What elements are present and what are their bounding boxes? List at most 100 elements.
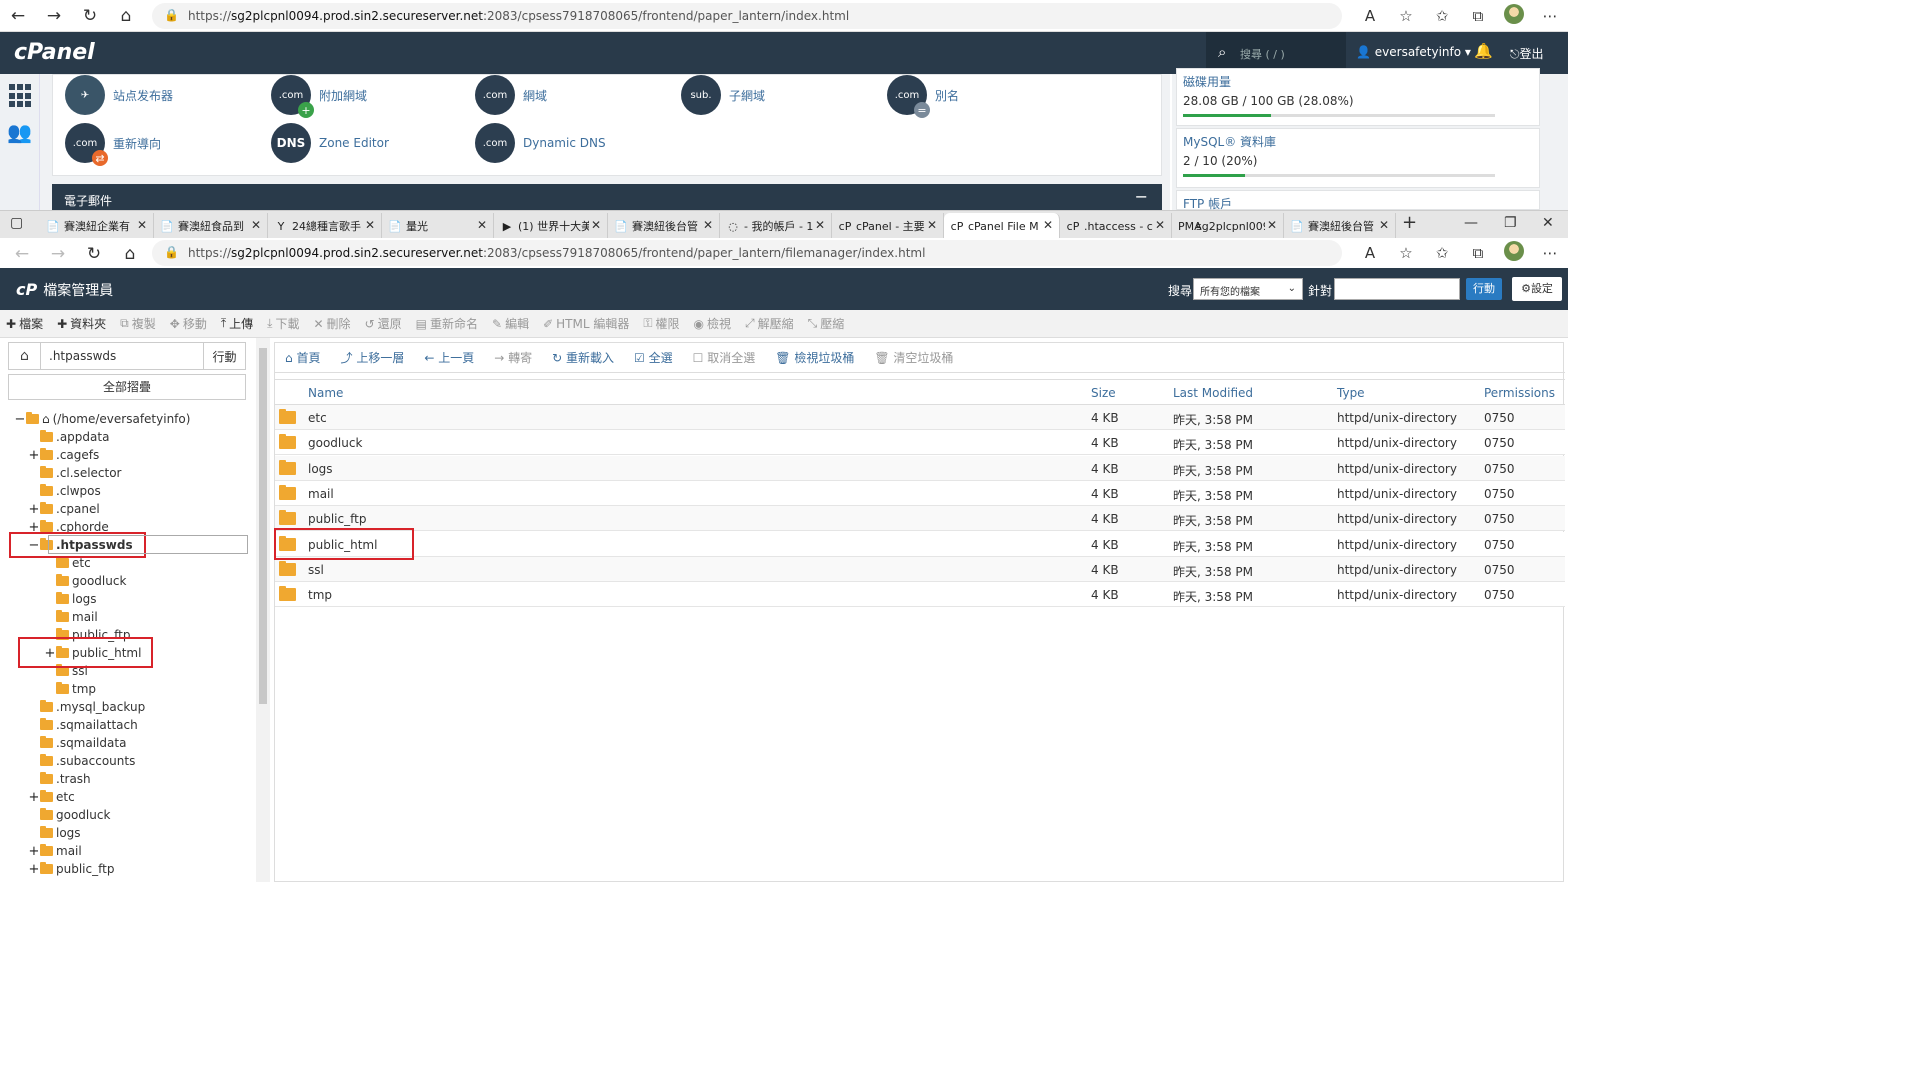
nav-button[interactable]: 🗑 清空垃圾桶 <box>874 349 953 366</box>
expand-icon[interactable]: + <box>28 502 40 517</box>
favorite-add-icon[interactable]: ☆ <box>1388 244 1424 262</box>
tree-node[interactable]: .appdata <box>28 428 109 446</box>
toolbar-button[interactable]: ⚿ 權限 <box>643 315 679 332</box>
collections-icon[interactable]: ⧉ <box>1460 7 1496 25</box>
browser-tab[interactable]: cP .htaccess - cP ✕ <box>1060 213 1172 239</box>
favorite-add-icon[interactable]: ☆ <box>1388 7 1424 25</box>
nav-button[interactable]: ← 上一頁 <box>424 349 474 366</box>
home-icon[interactable]: ⌂ <box>108 0 144 32</box>
close-tab-icon[interactable]: ✕ <box>365 218 375 232</box>
user-menu[interactable]: 👤 eversafetyinfo ▾ <box>1356 45 1471 59</box>
toolbar-button[interactable]: ⤒ 上傳 <box>221 315 253 332</box>
collections-icon[interactable]: ⧉ <box>1460 244 1496 262</box>
column-last-modified[interactable]: Last Modified <box>1173 386 1253 400</box>
stat-label[interactable]: 磁碟用量 <box>1183 73 1533 90</box>
more-menu-icon[interactable]: ⋯ <box>1532 244 1568 262</box>
file-name[interactable]: public_ftp <box>308 512 366 526</box>
file-name[interactable]: etc <box>308 411 327 425</box>
collapse-all-button[interactable]: 全部摺疊 <box>8 374 246 400</box>
browser-tab[interactable]: 📄 賽澳紐後台管 ✕ <box>1284 213 1396 239</box>
browser-tab[interactable]: Y 24總種言歌手 ✕ <box>268 213 382 239</box>
reload-icon[interactable]: ↻ <box>72 0 108 32</box>
close-tab-icon[interactable]: ✕ <box>477 218 487 232</box>
toolbar-button[interactable]: ✥ 移動 <box>170 315 207 332</box>
nav-button[interactable]: ☐ 取消全選 <box>693 349 756 366</box>
settings-button[interactable]: ⚙設定 <box>1512 277 1562 301</box>
column-type[interactable]: Type <box>1337 386 1365 400</box>
table-row[interactable]: ssl 4 KB 昨天, 3:58 PM httpd/unix-directory 07… <box>275 556 1565 582</box>
toolbar-button[interactable]: ↺ 還原 <box>365 315 402 332</box>
logout-button[interactable]: ⎋登出 <box>1510 45 1544 62</box>
close-tab-icon[interactable]: ✕ <box>591 218 601 232</box>
column-name[interactable]: Name <box>308 386 343 400</box>
browser-tab[interactable]: 📄 賽澳紐後台管 ✕ <box>608 213 720 239</box>
domain-item-domains[interactable]: .com 網域 <box>475 75 547 115</box>
expand-icon[interactable]: + <box>28 448 40 463</box>
toolbar-button[interactable]: ⤓ 下載 <box>267 315 299 332</box>
browser-tab[interactable]: 📄 量光 ✕ <box>382 213 494 239</box>
file-name[interactable]: logs <box>308 462 333 476</box>
tree-node[interactable]: .trash <box>28 770 91 788</box>
domain-item-subdomains[interactable]: sub. 子網域 <box>681 75 765 115</box>
close-tab-icon[interactable]: ✕ <box>1043 218 1053 232</box>
collapse-icon[interactable]: − <box>1135 187 1148 206</box>
toolbar-button[interactable]: ✚ 檔案 <box>6 315 43 332</box>
nav-button[interactable]: ⤴ 上移一層 <box>340 349 404 366</box>
search-scope-select[interactable]: 所有您的檔案 ⌄ <box>1193 278 1303 300</box>
favorites-icon[interactable]: ✩ <box>1424 244 1460 262</box>
search-go-button[interactable]: 行動 <box>1466 278 1502 300</box>
address-bar[interactable]: 🔒 https://sg2plcpnl0094.prod.sin2.secure… <box>152 3 1342 29</box>
domain-item-site-publisher[interactable]: ✈ 站点发布器 <box>65 75 173 115</box>
close-tab-icon[interactable]: ✕ <box>251 218 261 232</box>
nav-button[interactable]: ⌂ 首頁 <box>285 349 320 366</box>
tree-node[interactable]: logs <box>44 590 97 608</box>
nav-button[interactable]: → 轉寄 <box>494 349 532 366</box>
file-name[interactable]: tmp <box>308 588 332 602</box>
nav-button[interactable]: 🗑 檢視垃圾桶 <box>775 349 854 366</box>
domain-item-redirects[interactable]: .com ⇄ 重新導向 <box>65 123 161 166</box>
reload-icon[interactable]: ↻ <box>76 238 112 270</box>
tree-node[interactable]: goodluck <box>28 806 110 824</box>
read-aloud-icon[interactable]: A <box>1352 244 1388 262</box>
tree-node[interactable]: + etc <box>28 788 75 806</box>
forward-icon[interactable]: → <box>40 238 76 270</box>
table-row[interactable]: tmp 4 KB 昨天, 3:58 PM httpd/unix-directory 07… <box>275 582 1565 608</box>
cpanel-logo[interactable]: cPanel <box>14 40 95 65</box>
browser-tab[interactable]: ▶ (1) 世界十大美 ✕ <box>494 213 608 239</box>
table-row[interactable]: etc 4 KB 昨天, 3:58 PM httpd/unix-directory 07… <box>275 405 1565 430</box>
browser-tab[interactable]: cP cPanel - 主要 ✕ <box>832 213 944 239</box>
tree-node[interactable]: .cl.selector <box>28 464 122 482</box>
domain-item-zone-editor[interactable]: DNS Zone Editor <box>271 123 389 163</box>
tree-node[interactable]: tmp <box>44 680 96 698</box>
path-input[interactable]: .htpasswds <box>41 343 203 369</box>
browser-tab[interactable]: cP cPanel File M ✕ <box>944 213 1060 239</box>
browser-tab[interactable]: 📄 賽澳紐食品到 ✕ <box>154 213 268 239</box>
profile-avatar[interactable] <box>1496 4 1532 28</box>
expand-icon[interactable]: + <box>28 862 40 877</box>
table-row[interactable]: public_html 4 KB 昨天, 3:58 PM httpd/unix-dir… <box>275 531 1565 557</box>
more-menu-icon[interactable]: ⋯ <box>1532 7 1568 25</box>
apps-grid-icon[interactable] <box>9 84 33 108</box>
home-icon[interactable]: ⌂ <box>112 238 148 270</box>
expand-icon[interactable]: + <box>28 844 40 859</box>
close-tab-icon[interactable]: ✕ <box>927 218 937 232</box>
close-tab-icon[interactable]: ✕ <box>1267 218 1277 232</box>
close-tab-icon[interactable]: ✕ <box>1155 218 1165 232</box>
column-permissions[interactable]: Permissions <box>1484 386 1555 400</box>
expand-icon[interactable]: + <box>28 790 40 805</box>
table-row[interactable]: logs 4 KB 昨天, 3:58 PM httpd/unix-directory 0… <box>275 455 1565 481</box>
favorites-icon[interactable]: ✩ <box>1424 7 1460 25</box>
nav-button[interactable]: ☑ 全選 <box>634 349 673 366</box>
toolbar-button[interactable]: ✐ HTML 編輯器 <box>543 315 629 332</box>
close-tab-icon[interactable]: ✕ <box>137 218 147 232</box>
tree-node[interactable]: + .cpanel <box>28 500 100 518</box>
browser-tab[interactable]: PMA sg2plcpnl009 ✕ <box>1172 213 1284 239</box>
close-window-icon[interactable]: ✕ <box>1542 215 1554 231</box>
table-row[interactable]: goodluck 4 KB 昨天, 3:58 PM httpd/unix-direct… <box>275 430 1565 456</box>
tree-node[interactable]: .mysql_backup <box>28 698 145 716</box>
toolbar-button[interactable]: ✕ 刪除 <box>313 315 350 332</box>
address-bar[interactable]: 🔒 https://sg2plcpnl0094.prod.sin2.secure… <box>152 240 1342 266</box>
toolbar-button[interactable]: ⤡ 壓縮 <box>808 315 845 332</box>
forward-icon[interactable]: → <box>36 0 72 32</box>
path-go-button[interactable]: 行動 <box>203 343 245 369</box>
